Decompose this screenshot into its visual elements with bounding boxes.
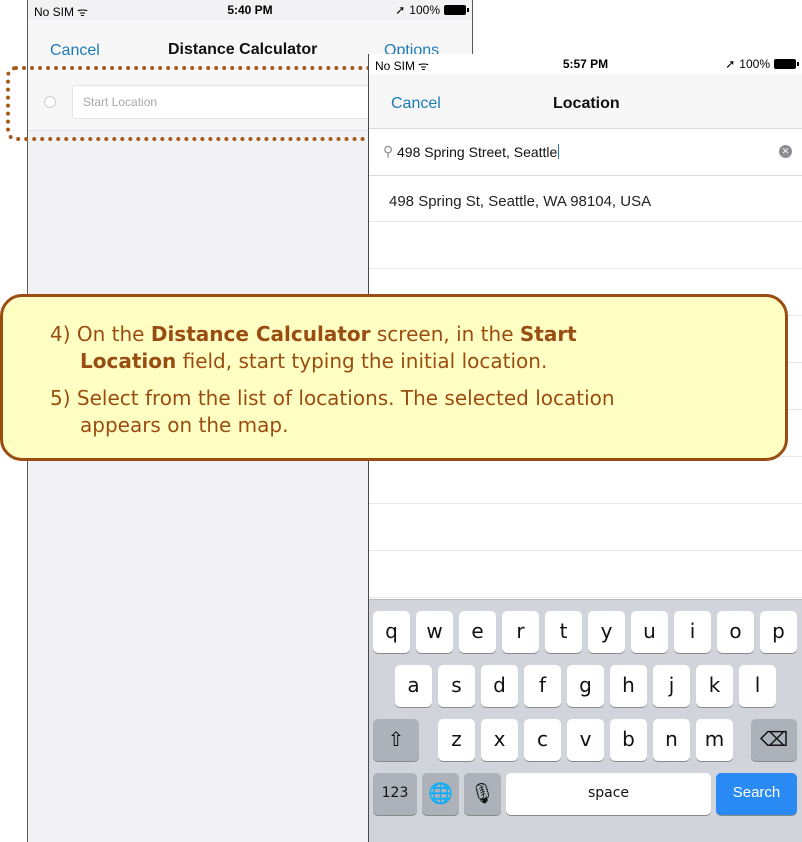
- page-title: Distance Calculator: [168, 41, 318, 58]
- clear-icon[interactable]: ✕: [779, 145, 792, 158]
- space-key[interactable]: space: [506, 773, 711, 815]
- key-n[interactable]: n: [653, 719, 690, 761]
- key-p[interactable]: p: [760, 611, 797, 653]
- search-icon: ⚲: [383, 143, 394, 159]
- empty-row: [369, 457, 802, 504]
- step-5-line-1: 5) Select from the list of locations. Th…: [50, 386, 615, 410]
- empty-row: [369, 551, 802, 598]
- key-j[interactable]: j: [653, 665, 690, 707]
- dictation-key[interactable]: 🎙: [464, 773, 501, 815]
- key-w[interactable]: w: [416, 611, 453, 653]
- key-l[interactable]: l: [739, 665, 776, 707]
- globe-icon: 🌐: [428, 781, 453, 805]
- key-r[interactable]: r: [502, 611, 539, 653]
- key-h[interactable]: h: [610, 665, 647, 707]
- key-g[interactable]: g: [567, 665, 604, 707]
- keyboard: q w e r t y u i o p a s d f g h j k l ⇧ …: [369, 599, 802, 842]
- delete-key[interactable]: ⌫: [751, 719, 797, 761]
- cancel-button[interactable]: Cancel: [391, 95, 441, 113]
- shift-key[interactable]: ⇧: [373, 719, 419, 761]
- key-c[interactable]: c: [524, 719, 561, 761]
- step-5-line-2: appears on the map.: [80, 413, 289, 437]
- battery-indicator: ➚ 100%: [725, 57, 799, 71]
- location-arrow-icon: ➚: [725, 57, 736, 71]
- microphone-icon: 🎙: [469, 781, 496, 805]
- list-item[interactable]: 498 Spring St, Seattle, WA 98104, USA: [369, 176, 802, 222]
- key-a[interactable]: a: [395, 665, 432, 707]
- key-k[interactable]: k: [696, 665, 733, 707]
- instruction-callout: 4) On the Distance Calculator screen, in…: [0, 294, 788, 461]
- key-i[interactable]: i: [674, 611, 711, 653]
- text-cursor: [558, 144, 560, 159]
- search-input[interactable]: 498 Spring Street, Seattle: [397, 144, 560, 160]
- backspace-icon: ⌫: [759, 727, 789, 751]
- page-title: Location: [553, 95, 620, 112]
- key-v[interactable]: v: [567, 719, 604, 761]
- key-e[interactable]: e: [459, 611, 496, 653]
- location-arrow-icon: ➚: [395, 3, 406, 17]
- step-4-line-2: Location field, start typing the initial…: [80, 349, 548, 373]
- key-s[interactable]: s: [438, 665, 475, 707]
- step-4-line-1: 4) On the Distance Calculator screen, in…: [50, 322, 577, 346]
- cancel-button[interactable]: Cancel: [50, 42, 100, 60]
- navigation-bar: Cancel Location: [369, 74, 802, 129]
- empty-row: [369, 222, 802, 269]
- search-key[interactable]: Search: [716, 773, 797, 815]
- shift-icon: ⇧: [387, 727, 405, 751]
- highlight-outline: [6, 66, 378, 141]
- search-field[interactable]: ⚲ 498 Spring Street, Seattle ✕: [369, 129, 802, 176]
- key-f[interactable]: f: [524, 665, 561, 707]
- status-bar: No SIM ᯤ 5:57 PM ➚ 100%: [369, 54, 802, 74]
- battery-icon: [444, 5, 469, 15]
- key-o[interactable]: o: [717, 611, 754, 653]
- battery-indicator: ➚ 100%: [395, 3, 469, 17]
- key-y[interactable]: y: [588, 611, 625, 653]
- numbers-key[interactable]: 123: [373, 773, 417, 815]
- key-x[interactable]: x: [481, 719, 518, 761]
- battery-icon: [774, 59, 799, 69]
- key-m[interactable]: m: [696, 719, 733, 761]
- key-q[interactable]: q: [373, 611, 410, 653]
- key-d[interactable]: d: [481, 665, 518, 707]
- key-t[interactable]: t: [545, 611, 582, 653]
- key-u[interactable]: u: [631, 611, 668, 653]
- key-b[interactable]: b: [610, 719, 647, 761]
- key-z[interactable]: z: [438, 719, 475, 761]
- globe-key[interactable]: 🌐: [422, 773, 459, 815]
- empty-row: [369, 504, 802, 551]
- status-bar: No SIM ᯤ 5:40 PM ➚ 100%: [28, 0, 472, 20]
